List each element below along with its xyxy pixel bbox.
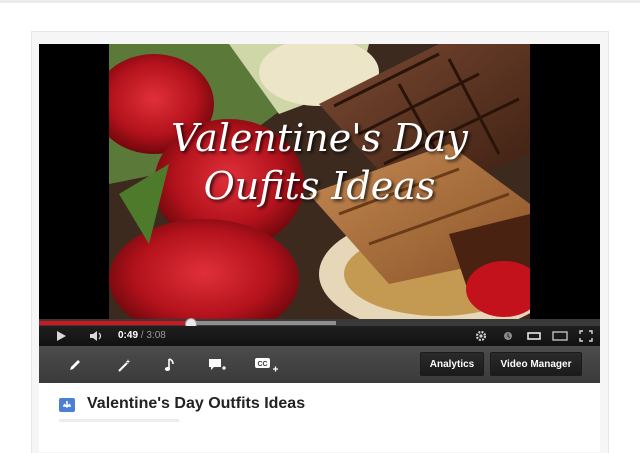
time-current: 0:49 (118, 330, 139, 341)
analytics-button[interactable]: Analytics (420, 352, 484, 376)
edit-pencil-icon[interactable] (64, 354, 86, 376)
progress-played (39, 321, 190, 325)
settings-gear-icon[interactable] (473, 326, 489, 346)
time-display: 0:49 / 3:08 (118, 326, 166, 346)
audio-music-icon[interactable] (159, 354, 181, 376)
overlay-line-1: Valentine's Day (171, 116, 468, 160)
upload-icon (59, 398, 75, 412)
subtitle-placeholder (59, 419, 179, 422)
fullscreen-icon[interactable] (576, 326, 596, 346)
overlay-line-2: Oufits Ideas (203, 164, 436, 208)
time-total: 3:08 (146, 330, 166, 341)
progress-bar[interactable] (39, 318, 600, 330)
top-divider (0, 0, 640, 3)
player-controls: 0:49 / 3:08 (39, 326, 600, 346)
video-manager-button[interactable]: Video Manager (490, 352, 582, 376)
play-icon[interactable] (53, 326, 69, 346)
captions-cc-icon[interactable]: CC (254, 354, 280, 376)
volume-icon[interactable] (87, 326, 107, 346)
cc-label: CC (257, 361, 267, 368)
video-info: Valentine's Day Outfits Ideas (39, 383, 600, 452)
annotations-speech-icon[interactable] (206, 354, 228, 376)
large-player-icon[interactable] (550, 326, 570, 346)
video-title-overlay: Valentine's Day Oufits Ideas (109, 114, 530, 210)
small-player-icon[interactable] (525, 326, 543, 346)
annotations-icon[interactable] (500, 326, 516, 346)
edit-toolbar: CC Analytics Video Manager (39, 346, 600, 384)
enhancements-wand-icon[interactable] (113, 354, 135, 376)
video-player[interactable]: Valentine's Day Oufits Ideas (39, 44, 600, 319)
video-title[interactable]: Valentine's Day Outfits Ideas (87, 395, 305, 413)
